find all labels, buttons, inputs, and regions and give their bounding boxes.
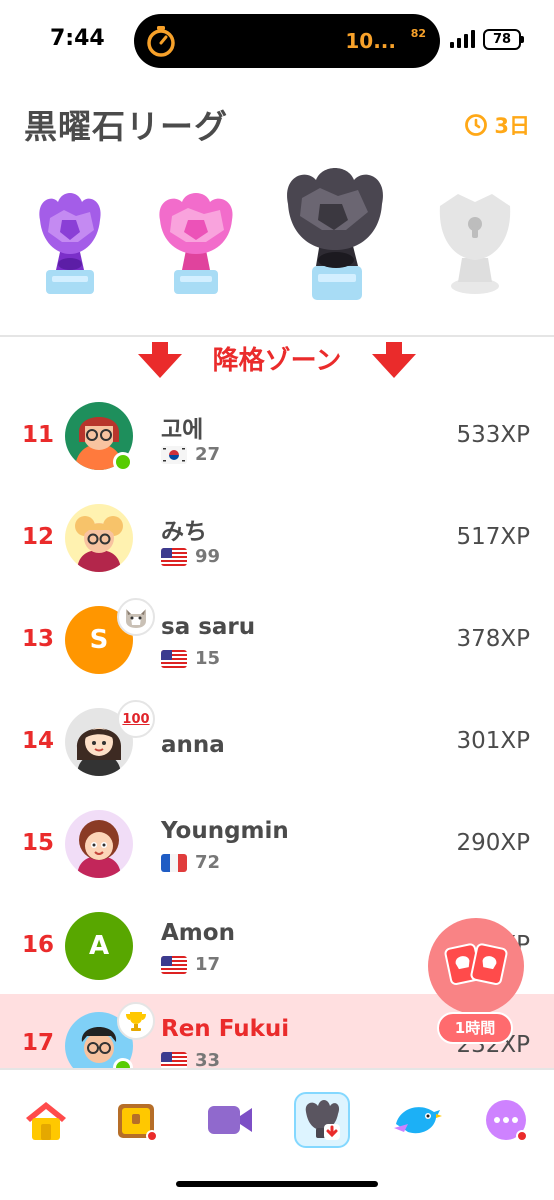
usa-flag-icon (161, 1051, 187, 1068)
diamond-league-trophy-locked[interactable] (430, 186, 520, 298)
user-name: 고에 (161, 417, 204, 443)
home-icon (26, 1102, 66, 1140)
leaderboard-row[interactable]: 13 S sa saru 15 378XP (0, 596, 554, 698)
xp-value: 290XP (456, 830, 530, 856)
user-name: Ren Fukui (161, 1016, 290, 1042)
notification-dot (146, 1130, 158, 1142)
status-time: 7:44 (50, 26, 105, 51)
user-meta: 33 (161, 1050, 220, 1068)
rank-number: 17 (22, 1030, 55, 1056)
avatar[interactable] (65, 504, 133, 572)
leaderboard-row[interactable]: 11 고에 27 533XP (0, 392, 554, 494)
demotion-zone-header: 降格ゾーン (0, 336, 554, 382)
rank-number: 12 (22, 524, 55, 550)
user-name: anna (161, 732, 225, 758)
avatar[interactable]: A (65, 912, 133, 980)
streak-count: 72 (195, 852, 221, 873)
league-trophy-icon (305, 1100, 340, 1140)
reward-cards-icon (444, 943, 508, 986)
video-camera-icon (208, 1106, 252, 1134)
friend-quest-chest-button[interactable] (428, 918, 524, 1014)
streak-count: 17 (195, 954, 221, 975)
nav-leagues[interactable] (294, 1092, 350, 1148)
xp-value: 378XP (456, 626, 530, 652)
nav-more[interactable] (478, 1092, 534, 1148)
user-meta: 15 (161, 648, 220, 669)
user-name: Amon (161, 920, 235, 946)
streak-count: 99 (195, 546, 221, 567)
amethyst-league-trophy[interactable] (34, 190, 106, 300)
status-bar: 7:44 10... 82 78 (0, 0, 554, 84)
usa-flag-icon (161, 547, 187, 566)
league-countdown: 3日 (464, 110, 530, 140)
demotion-zone-label: 降格ゾーン (212, 346, 342, 376)
usa-flag-icon (161, 955, 187, 974)
korea-flag-icon (161, 445, 187, 464)
trophy-icon (117, 1002, 155, 1040)
nav-quests[interactable] (108, 1092, 164, 1148)
streak-count: 15 (195, 648, 221, 669)
obsidian-league-trophy[interactable] (280, 164, 390, 304)
chest-timer-badge: 1時間 (437, 1012, 513, 1044)
xp-value: 517XP (456, 524, 530, 550)
arrow-down-icon (372, 342, 416, 378)
rank-number: 16 (22, 932, 55, 958)
countdown-text: 3日 (494, 114, 530, 138)
home-indicator (176, 1181, 378, 1187)
cat-icon (117, 598, 155, 636)
cellular-signal-icon (450, 30, 475, 48)
leaderboard-row[interactable]: 12 みち 99 517XP (0, 494, 554, 596)
pearl-league-trophy[interactable] (154, 190, 240, 300)
rank-number: 11 (22, 422, 55, 448)
streak-count: 27 (195, 444, 221, 465)
rank-number: 14 (22, 728, 55, 754)
user-meta: 17 (161, 954, 220, 975)
notification-dot (516, 1130, 528, 1142)
nav-home[interactable] (18, 1092, 74, 1148)
france-flag-icon (161, 853, 187, 872)
hundred-icon: 100 (117, 700, 155, 738)
nav-practice[interactable] (388, 1092, 444, 1148)
dynamic-island[interactable]: 10... 82 (134, 14, 440, 68)
avatar[interactable] (65, 810, 133, 878)
user-name: Youngmin (161, 818, 289, 844)
nav-video[interactable] (202, 1092, 258, 1148)
xp-value: 533XP (456, 422, 530, 448)
user-name: みち (161, 519, 207, 545)
leaderboard-row[interactable]: 14 100 anna 301XP (0, 698, 554, 800)
user-meta: 99 (161, 546, 220, 567)
usa-flag-icon (161, 649, 187, 668)
user-meta: 27 (161, 444, 220, 465)
user-meta: 72 (161, 852, 220, 873)
bird-icon (394, 1107, 442, 1134)
battery-indicator: 78 (483, 29, 524, 50)
online-indicator (113, 452, 133, 472)
stopwatch-icon (147, 26, 175, 57)
user-name: sa saru (161, 614, 256, 640)
clock-icon (465, 114, 488, 136)
timer-text: 10... (345, 29, 396, 53)
leaderboard-row[interactable]: 15 Youngmin 72 290XP (0, 800, 554, 902)
rank-number: 13 (22, 626, 55, 652)
xp-value: 301XP (456, 728, 530, 754)
rank-number: 15 (22, 830, 55, 856)
timer-sup: 82 (410, 27, 426, 40)
league-title: 黒曜石リーグ (24, 107, 228, 146)
streak-count: 33 (195, 1050, 221, 1068)
